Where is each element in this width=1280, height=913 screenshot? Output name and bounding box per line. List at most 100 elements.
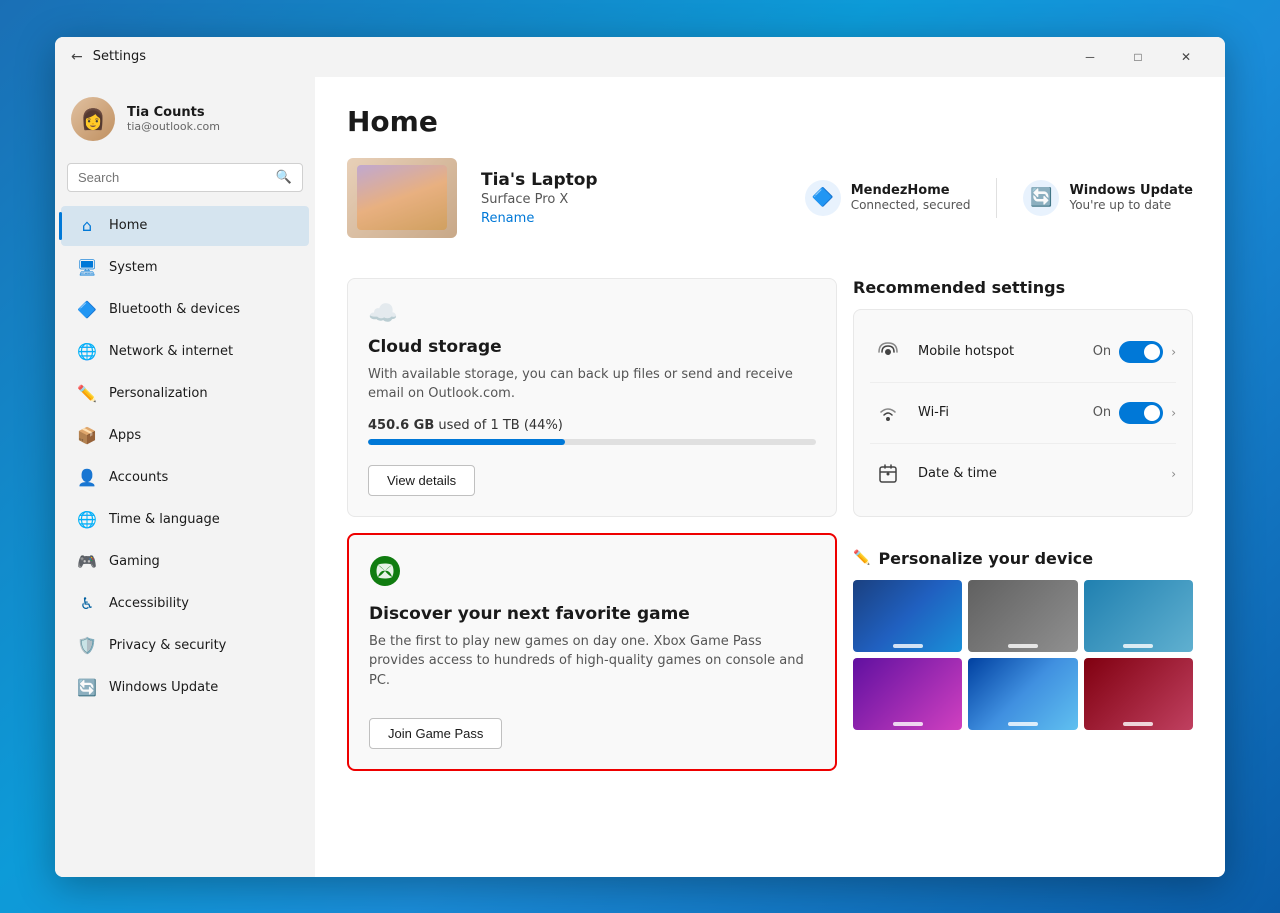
maximize-button[interactable]: □ bbox=[1115, 41, 1161, 73]
settings-window: ← Settings ─ □ ✕ 👩 Tia Counts tia@outloo… bbox=[55, 37, 1225, 877]
search-box[interactable]: 🔍 bbox=[67, 163, 303, 192]
user-section: 👩 Tia Counts tia@outlook.com bbox=[55, 89, 315, 157]
device-model: Surface Pro X bbox=[481, 192, 781, 207]
left-column: ☁️ Cloud storage With available storage,… bbox=[347, 278, 837, 772]
back-button[interactable]: ← bbox=[71, 49, 83, 65]
storage-percent: (44%) bbox=[524, 418, 563, 433]
personalize-title: ✏️ Personalize your device bbox=[853, 549, 1193, 568]
network-icon: 🌐 bbox=[77, 342, 97, 362]
storage-fill bbox=[368, 439, 565, 445]
sidebar-item-accounts[interactable]: 👤 Accounts bbox=[61, 458, 309, 498]
game-pass-card: Discover your next favorite game Be the … bbox=[347, 533, 837, 772]
personalize-title-text: Personalize your device bbox=[878, 549, 1093, 568]
apps-icon: 📦 bbox=[77, 426, 97, 446]
sidebar-item-home-label: Home bbox=[109, 218, 147, 233]
hotspot-label: Mobile hotspot bbox=[918, 344, 1093, 359]
sidebar-item-system-label: System bbox=[109, 260, 157, 275]
storage-label: used of bbox=[438, 418, 490, 433]
right-column: Recommended settings Mobile hotspot bbox=[853, 278, 1193, 772]
setting-row-hotspot: Mobile hotspot On › bbox=[870, 322, 1176, 383]
network-info: 🔷 MendezHome Connected, secured 🔄 Window… bbox=[805, 178, 1193, 218]
wifi-network-icon: 🔷 bbox=[805, 180, 841, 216]
sidebar-item-windows-update[interactable]: 🔄 Windows Update bbox=[61, 668, 309, 708]
view-details-button[interactable]: View details bbox=[368, 465, 475, 496]
game-pass-desc: Be the first to play new games on day on… bbox=[369, 632, 815, 691]
pencil-icon: ✏️ bbox=[853, 550, 870, 566]
network-name: MendezHome bbox=[851, 183, 971, 198]
sidebar-item-system[interactable]: 🖥 System bbox=[61, 248, 309, 288]
sidebar-item-personalization[interactable]: ✏️ Personalization bbox=[61, 374, 309, 414]
cloud-storage-desc: With available storage, you can back up … bbox=[368, 365, 816, 404]
cloud-storage-card: ☁️ Cloud storage With available storage,… bbox=[347, 278, 837, 517]
page-title: Home bbox=[347, 105, 1193, 138]
sidebar-item-windows-update-label: Windows Update bbox=[109, 680, 218, 695]
system-icon: 🖥 bbox=[77, 258, 97, 278]
network-connected-status: Connected, secured bbox=[851, 198, 971, 212]
accounts-icon: 👤 bbox=[77, 468, 97, 488]
device-name: Tia's Laptop bbox=[481, 170, 781, 190]
wifi-label: Wi-Fi bbox=[918, 405, 1093, 420]
titlebar-controls: ─ □ ✕ bbox=[1067, 41, 1209, 73]
sidebar: 👩 Tia Counts tia@outlook.com 🔍 ⌂ Home 🖥 … bbox=[55, 77, 315, 877]
cloud-icon: ☁️ bbox=[368, 299, 816, 327]
wallpaper-thumb-5[interactable] bbox=[968, 658, 1077, 730]
sidebar-item-apps-label: Apps bbox=[109, 428, 141, 443]
sidebar-item-bluetooth[interactable]: 🔷 Bluetooth & devices bbox=[61, 290, 309, 330]
join-game-pass-button[interactable]: Join Game Pass bbox=[369, 718, 502, 749]
device-details: Tia's Laptop Surface Pro X Rename bbox=[481, 170, 781, 226]
wallpaper-thumb-1[interactable] bbox=[853, 580, 962, 652]
gaming-icon: 🎮 bbox=[77, 552, 97, 572]
hotspot-icon bbox=[870, 334, 906, 370]
sidebar-item-accounts-label: Accounts bbox=[109, 470, 168, 485]
wifi-toggle[interactable] bbox=[1119, 402, 1163, 424]
cloud-storage-title: Cloud storage bbox=[368, 337, 816, 357]
titlebar-left: ← Settings bbox=[71, 49, 1067, 65]
storage-bar-container: 450.6 GB used of 1 TB (44%) bbox=[368, 418, 816, 445]
wifi-icon bbox=[870, 395, 906, 431]
sidebar-item-personalization-label: Personalization bbox=[109, 386, 208, 401]
sidebar-item-accessibility[interactable]: ♿ Accessibility bbox=[61, 584, 309, 624]
user-name: Tia Counts bbox=[127, 105, 220, 120]
windows-update-title: Windows Update bbox=[1069, 183, 1193, 198]
personalization-icon: ✏️ bbox=[77, 384, 97, 404]
wallpaper-thumb-2[interactable] bbox=[968, 580, 1077, 652]
close-button[interactable]: ✕ bbox=[1163, 41, 1209, 73]
titlebar-title: Settings bbox=[93, 49, 146, 64]
sidebar-item-time[interactable]: 🌐 Time & language bbox=[61, 500, 309, 540]
home-icon: ⌂ bbox=[77, 216, 97, 236]
search-input[interactable] bbox=[78, 170, 268, 185]
sidebar-item-gaming[interactable]: 🎮 Gaming bbox=[61, 542, 309, 582]
wallpaper-thumb-4[interactable] bbox=[853, 658, 962, 730]
setting-row-datetime: Date & time › bbox=[870, 444, 1176, 504]
device-image-inner bbox=[357, 165, 447, 230]
storage-bar bbox=[368, 439, 816, 445]
sidebar-item-home[interactable]: ⌂ Home bbox=[61, 206, 309, 246]
network-item-update: 🔄 Windows Update You're up to date bbox=[1023, 180, 1193, 216]
xbox-icon bbox=[369, 555, 815, 594]
user-info: Tia Counts tia@outlook.com bbox=[127, 105, 220, 133]
hotspot-toggle[interactable] bbox=[1119, 341, 1163, 363]
wifi-status: On bbox=[1093, 405, 1111, 420]
network-item-wifi: 🔷 MendezHome Connected, secured bbox=[805, 180, 971, 216]
wallpaper-grid bbox=[853, 580, 1193, 730]
wallpaper-thumb-6[interactable] bbox=[1084, 658, 1193, 730]
time-icon: 🌐 bbox=[77, 510, 97, 530]
wifi-chevron: › bbox=[1171, 406, 1176, 420]
device-rename-link[interactable]: Rename bbox=[481, 211, 534, 226]
device-image bbox=[347, 158, 457, 238]
accessibility-icon: ♿ bbox=[77, 594, 97, 614]
device-info-bar: Tia's Laptop Surface Pro X Rename 🔷 Mend… bbox=[347, 158, 1193, 254]
game-pass-title: Discover your next favorite game bbox=[369, 604, 815, 624]
sidebar-item-bluetooth-label: Bluetooth & devices bbox=[109, 302, 240, 317]
windows-update-network-icon: 🔄 bbox=[1023, 180, 1059, 216]
hotspot-status: On bbox=[1093, 344, 1111, 359]
sidebar-item-apps[interactable]: 📦 Apps bbox=[61, 416, 309, 456]
sidebar-item-network[interactable]: 🌐 Network & internet bbox=[61, 332, 309, 372]
wifi-network-details: MendezHome Connected, secured bbox=[851, 183, 971, 212]
sidebar-item-privacy-label: Privacy & security bbox=[109, 638, 226, 653]
minimize-button[interactable]: ─ bbox=[1067, 41, 1113, 73]
sidebar-item-privacy[interactable]: 🛡️ Privacy & security bbox=[61, 626, 309, 666]
content-area: Home Tia's Laptop Surface Pro X Rename 🔷… bbox=[315, 77, 1225, 877]
wallpaper-thumb-3[interactable] bbox=[1084, 580, 1193, 652]
datetime-icon bbox=[870, 456, 906, 492]
